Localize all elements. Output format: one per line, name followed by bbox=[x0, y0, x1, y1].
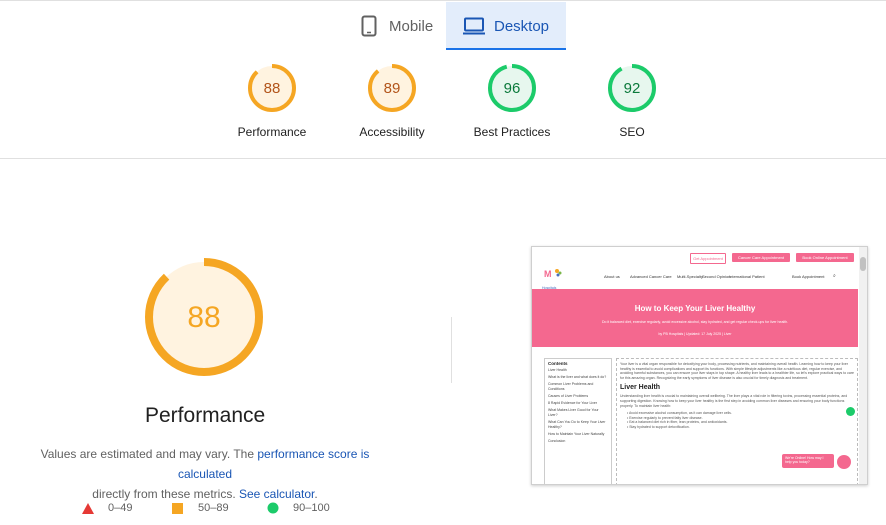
performance-gauge-large: 88 bbox=[145, 258, 263, 376]
tab-mobile[interactable]: Mobile bbox=[345, 2, 445, 50]
hero-meta: by PB Hospitals | Updated: 17 July 2025 … bbox=[658, 332, 732, 336]
performance-title: Performance bbox=[145, 404, 266, 427]
square-icon bbox=[172, 502, 183, 514]
desc-text: . bbox=[314, 487, 318, 501]
bullet-item: Avoid excessive alcohol consumption, as … bbox=[629, 411, 732, 416]
gauge-score: 89 bbox=[384, 80, 401, 97]
toc-item: Liver Health bbox=[548, 368, 567, 372]
gauge-label: SEO bbox=[619, 125, 645, 139]
legend-range: 90–100 bbox=[293, 502, 330, 514]
toc-item: Conclusion bbox=[548, 439, 566, 443]
monitor-icon bbox=[462, 14, 486, 38]
whatsapp-icon bbox=[846, 407, 855, 416]
gauge-performance[interactable]: 88 Performance bbox=[212, 62, 332, 139]
bullet-item: Stay hydrated to support detoxification. bbox=[629, 424, 690, 429]
gauge-ring: 88 bbox=[248, 64, 296, 112]
gauge-label: Accessibility bbox=[359, 125, 425, 139]
legend-fail: 0–49 bbox=[82, 502, 132, 514]
content-bullets: • Avoid excessive alcohol consumption, a… bbox=[627, 411, 732, 429]
tab-desktop-label: Desktop bbox=[494, 17, 550, 35]
chat-icon bbox=[837, 455, 851, 469]
screenshot-scroll-thumb bbox=[860, 257, 866, 271]
tab-desktop[interactable]: Desktop bbox=[446, 2, 566, 50]
triangle-icon bbox=[82, 502, 94, 514]
screenshot-nav-item: Second Opinion bbox=[702, 274, 731, 279]
screenshot-scrollbar bbox=[859, 247, 867, 484]
device-tabs: Mobile Desktop bbox=[0, 2, 886, 50]
gauge-ring: 89 bbox=[368, 64, 416, 112]
final-screenshot[interactable]: Get Appointment Cancer Care Appointment … bbox=[531, 246, 868, 485]
content-heading: Liver Health bbox=[620, 384, 661, 392]
toc-item: 8 Rapid Evidence for Your Liver bbox=[548, 401, 598, 405]
desc-text: directly from these metrics. bbox=[92, 487, 239, 501]
hero-subtitle: Do it balanced diet, exercise regularly,… bbox=[601, 320, 789, 324]
performance-description: Values are estimated and may vary. The p… bbox=[12, 444, 398, 504]
performance-score-large: 88 bbox=[187, 301, 220, 334]
bullet-item: Exercise regularly to prevent fatty live… bbox=[629, 415, 703, 420]
gauge-label: Performance bbox=[237, 125, 307, 139]
hospital-logo: M Hospitals bbox=[542, 267, 564, 290]
chat-popup: We're Online! How may I help you today? bbox=[782, 454, 834, 468]
screenshot-button: Get Appointment bbox=[690, 253, 726, 264]
legend-range: 50–89 bbox=[198, 502, 229, 514]
top-border bbox=[0, 0, 886, 1]
svg-text:M: M bbox=[544, 269, 552, 279]
gauge-seo[interactable]: 92 SEO bbox=[572, 62, 692, 139]
screenshot-topbar: Get Appointment Cancer Care Appointment … bbox=[532, 247, 867, 275]
content-paragraph: Your liver is a vital organ responsible … bbox=[620, 362, 854, 380]
toc-item: What Makes Liver Good for Your Liver? bbox=[548, 408, 599, 417]
desc-text: Values are estimated and may vary. The bbox=[40, 447, 258, 461]
legend-range: 0–49 bbox=[108, 502, 133, 514]
circle-icon bbox=[267, 502, 279, 514]
toc-title: Contents bbox=[548, 361, 568, 366]
screenshot-hero: How to Keep Your Liver Healthy Do it bal… bbox=[532, 289, 858, 347]
search-icon: ⌕ bbox=[833, 273, 836, 279]
gauge-score: 96 bbox=[504, 80, 521, 97]
screenshot-button: Cancer Care Appointment bbox=[732, 253, 790, 262]
gauge-ring: 92 bbox=[608, 64, 656, 112]
content-paragraph: Understanding liver health is crucial to… bbox=[620, 394, 848, 408]
legend-pass: 90–100 bbox=[267, 502, 330, 514]
toc-item: What Can You Do to Keep Your Liver Healt… bbox=[548, 420, 606, 429]
screenshot-toc: Contents Liver Health What is the liver … bbox=[544, 358, 612, 484]
screenshot-button: Book Online Appointment bbox=[796, 253, 854, 262]
vertical-divider bbox=[451, 317, 452, 383]
screenshot-nav-item: About us bbox=[604, 274, 620, 279]
toc-item: What is the liver and what does it do? bbox=[548, 375, 607, 379]
section-divider bbox=[0, 158, 886, 159]
gauge-label: Best Practices bbox=[473, 125, 551, 139]
tab-mobile-label: Mobile bbox=[389, 17, 434, 35]
toc-item: How to Maintain Your Liver Naturally bbox=[548, 432, 605, 436]
gauge-score: 92 bbox=[624, 80, 641, 97]
screenshot-nav-item: Multi-Specialty bbox=[677, 274, 704, 279]
screenshot-nav-item: Book Appointment bbox=[792, 274, 825, 279]
screenshot-nav-item: International Patient bbox=[729, 274, 765, 279]
toc-item: Common Liver Problems and Conditions bbox=[548, 382, 594, 391]
see-calculator-link[interactable]: See calculator bbox=[239, 487, 314, 501]
score-legend: 0–49 50–89 90–100 bbox=[0, 502, 400, 518]
gauge-ring: 96 bbox=[488, 64, 536, 112]
gauge-score: 88 bbox=[264, 80, 281, 97]
gauge-accessibility[interactable]: 89 Accessibility bbox=[332, 62, 452, 139]
hero-title: How to Keep Your Liver Healthy bbox=[634, 304, 756, 313]
phone-icon bbox=[357, 14, 381, 38]
screenshot-nav-item: Advanced Cancer Care bbox=[630, 274, 672, 279]
bullet-item: Eat a balanced diet rich in fiber, lean … bbox=[629, 420, 728, 425]
legend-average: 50–89 bbox=[172, 502, 229, 514]
toc-item: Causes of Liver Problems bbox=[548, 394, 589, 398]
gauge-best-practices[interactable]: 96 Best Practices bbox=[452, 62, 572, 139]
